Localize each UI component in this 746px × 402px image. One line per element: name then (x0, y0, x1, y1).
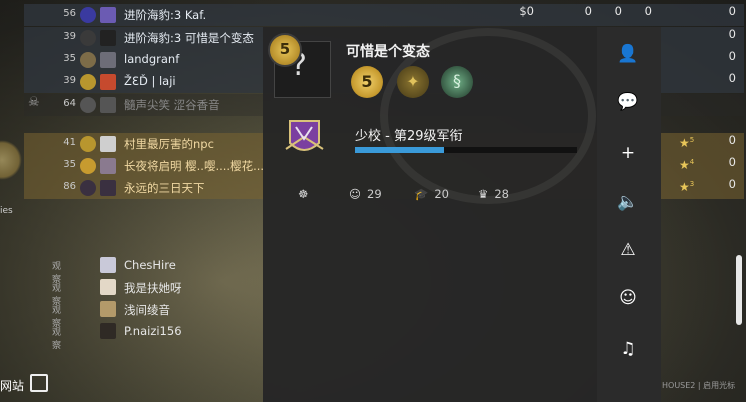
rank-icon (80, 74, 96, 90)
team-emblem-text: ies (0, 206, 13, 216)
add-friend-icon[interactable]: + (616, 143, 640, 167)
rank-badge: 5 (268, 33, 302, 67)
player-name[interactable]: 进阶海豹:3 可惜是个变态 (124, 30, 254, 46)
wing-medal-icon[interactable]: ✦ (397, 66, 429, 98)
assists-value: 0 (614, 4, 622, 18)
mvp-value: 0 (728, 27, 736, 41)
avatar[interactable] (100, 158, 116, 174)
money-value: $0 (519, 4, 534, 18)
player-score: 56 (63, 8, 76, 19)
player-score: 64 (63, 98, 76, 109)
player-score: 35 (63, 53, 76, 64)
military-rank-emblem (285, 120, 324, 151)
mvp-star-icon: ★4 (679, 158, 695, 172)
spectator-name[interactable]: P.naizi156 (124, 324, 182, 338)
rank-icon (80, 158, 96, 174)
scrollbar[interactable] (736, 255, 742, 325)
music-icon[interactable]: ♫ (616, 339, 640, 363)
spectator-name[interactable]: 我是扶她呀 (124, 280, 182, 296)
service-medal-icon[interactable]: 5 (351, 66, 383, 98)
avatar[interactable] (100, 323, 116, 339)
player-score: 41 (63, 137, 76, 148)
player-name[interactable]: 村里最厉害的npc (124, 136, 214, 152)
snake-medal-icon[interactable]: § (441, 66, 473, 98)
commend-teacher-stat: 🎓 20 (414, 187, 449, 201)
xp-progress-fill (355, 147, 444, 153)
spectator-name[interactable]: 浅间绫音 (124, 302, 170, 318)
avatar[interactable] (100, 97, 116, 113)
player-name[interactable]: 长夜将启明 樱..嘤....樱花... (124, 158, 264, 174)
hud-footer-text: HOUSE2 | 启用光标 (662, 381, 736, 390)
mvp-star-icon: ★3 (679, 180, 695, 194)
rank-icon (80, 136, 96, 152)
rank-icon (80, 97, 96, 113)
rank-label: 少校 - 第29级军衔 (355, 129, 463, 144)
player-name[interactable]: landgranf (124, 52, 179, 66)
avatar[interactable] (100, 257, 116, 273)
report-icon[interactable]: ⚠ (616, 240, 640, 264)
message-icon[interactable]: 💬 (616, 92, 640, 116)
player-score: 39 (63, 75, 76, 86)
wolf-icon: ☸ (298, 187, 309, 201)
player-name[interactable]: 永远的三日天下 (124, 180, 205, 196)
avatar[interactable] (100, 279, 116, 295)
xp-progress-bar (355, 147, 577, 153)
player-score: 86 (63, 181, 76, 192)
avatar[interactable] (100, 30, 116, 46)
player-name[interactable]: ŽƐĎ | laji (124, 74, 176, 88)
mvp-value: 0 (728, 49, 736, 63)
mvp-star-icon: ★5 (679, 136, 695, 150)
rank-icon (80, 52, 96, 68)
mvp-value: 0 (728, 177, 736, 191)
avatar[interactable] (100, 74, 116, 90)
commend-leader-stat: ♛ 28 (478, 187, 509, 201)
mvp-value: 0 (728, 133, 736, 147)
avatar[interactable] (100, 52, 116, 68)
spectator-name[interactable]: ChesHire (124, 258, 176, 272)
avatar[interactable] (100, 180, 116, 196)
player-score: 35 (63, 159, 76, 170)
kills-value: 0 (584, 4, 592, 18)
player-name: 可惜是个变态 (346, 44, 430, 60)
profile-icon[interactable]: 👤 (616, 44, 640, 68)
rank-icon (80, 30, 96, 46)
smile-icon: ☺ (349, 187, 361, 201)
commend-icon[interactable]: ☺ (616, 288, 640, 312)
mvp-value: 0 (728, 4, 736, 18)
avatar[interactable] (100, 7, 116, 23)
avatar[interactable] (100, 136, 116, 152)
player-name[interactable]: 进阶海豹:3 Kaf. (124, 7, 206, 23)
skull-icon: ☠ (28, 95, 40, 110)
mute-icon[interactable]: 🔈 (616, 192, 640, 216)
website-link[interactable]: 网站 (0, 377, 24, 394)
deaths-value: 0 (644, 4, 652, 18)
graduation-cap-icon: 🎓 (414, 187, 429, 201)
rank-icon (80, 180, 96, 196)
crown-icon: ♛ (478, 187, 489, 201)
avatar[interactable] (100, 301, 116, 317)
mvp-value: 0 (728, 155, 736, 169)
player-name[interactable]: 髓声尖笑 涩谷香音 (124, 97, 220, 113)
scoreboard-row[interactable]: 56 进阶海豹:3 Kaf. $0 0 0 0 0 (24, 4, 744, 26)
player-score: 39 (63, 31, 76, 42)
rank-icon (80, 7, 96, 23)
commend-smile-stat: ☺ 29 (349, 187, 382, 201)
mvp-value: 0 (728, 71, 736, 85)
external-link-icon[interactable] (30, 374, 48, 392)
spectator-tag: 观察 (52, 328, 62, 351)
